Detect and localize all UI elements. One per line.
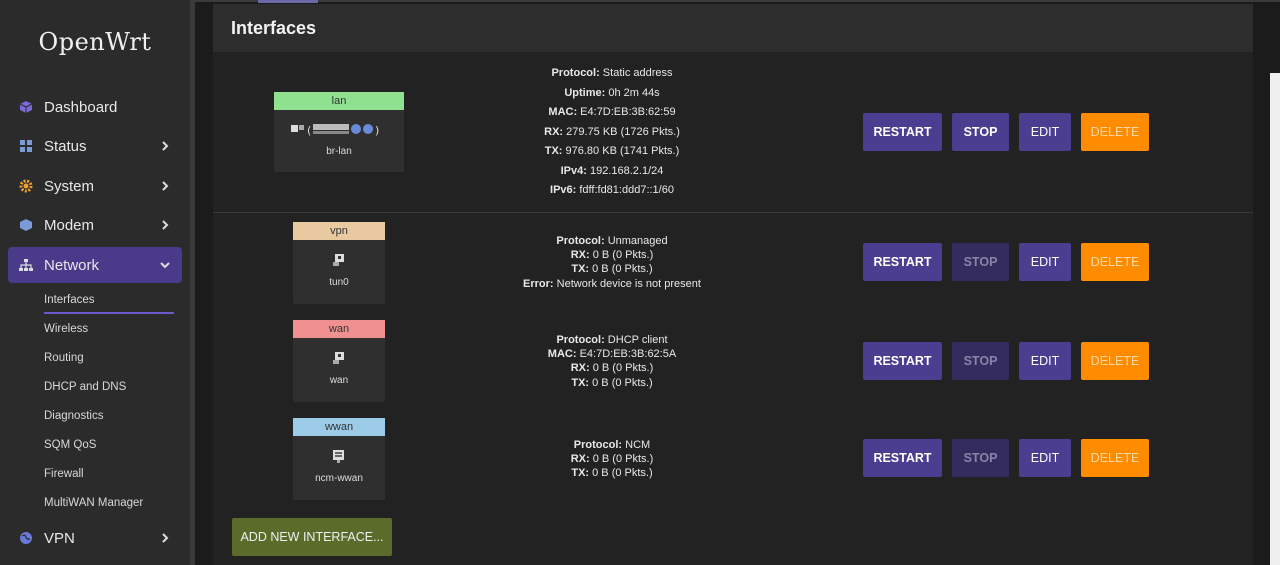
interface-info-lan: Protocol: Static address Uptime: 0h 2m 4… [544, 67, 680, 196]
chevron-right-icon [162, 141, 169, 151]
sub-item-wireless[interactable]: Wireless [44, 323, 88, 335]
sub-item-interfaces[interactable]: Interfaces [44, 294, 95, 306]
device-name: wan [329, 375, 349, 386]
nav-system[interactable]: System [8, 168, 182, 204]
interface-name: wan [293, 320, 385, 338]
top-tab-indicator [258, 0, 318, 3]
interface-name: wwan [293, 418, 385, 436]
cube-icon [18, 99, 34, 115]
gear-icon [18, 178, 34, 194]
panel-title: Interfaces [213, 4, 1253, 52]
interface-info-vpn: Protocol: Unmanaged RX: 0 B (0 Pkts.) TX… [523, 235, 701, 290]
interface-card-lan: lan ( ) br-lan [274, 92, 404, 172]
nav-status[interactable]: Status [8, 128, 182, 164]
chevron-down-icon [160, 262, 170, 269]
active-underline [44, 312, 174, 314]
svg-text:(: ( [307, 124, 311, 137]
interface-card-wwan: wwan ncm-wwan [293, 418, 385, 500]
nav-vpn[interactable]: VPN [8, 520, 182, 556]
brand-logo[interactable]: OpenWrt [0, 28, 190, 56]
sub-item-firewall[interactable]: Firewall [44, 468, 84, 480]
interface-card-wan: wan wan [293, 320, 385, 402]
network-icon [18, 257, 34, 273]
restart-button-wan[interactable]: RESTART [863, 342, 942, 380]
restart-button-lan[interactable]: RESTART [863, 113, 942, 151]
interface-card-vpn: vpn tun0 [293, 222, 385, 304]
delete-button-vpn[interactable]: DELETE [1081, 243, 1149, 281]
network-device-icon [333, 254, 344, 266]
delete-button-wan[interactable]: DELETE [1081, 342, 1149, 380]
row-divider [213, 212, 1253, 213]
sidebar-scroll-track[interactable] [190, 0, 195, 565]
delete-button-lan[interactable]: DELETE [1081, 113, 1149, 151]
sub-item-multiwan[interactable]: MultiWAN Manager [44, 497, 143, 509]
bridge-ports-icon: ( ) [291, 124, 379, 137]
chevron-right-icon [162, 220, 169, 230]
edit-button-vpn[interactable]: EDIT [1019, 243, 1071, 281]
stop-button-wwan[interactable]: STOP [952, 439, 1009, 477]
nav-dashboard[interactable]: Dashboard [8, 89, 182, 125]
network-device-icon [333, 352, 344, 364]
edit-button-lan[interactable]: EDIT [1019, 113, 1071, 151]
delete-button-wwan[interactable]: DELETE [1081, 439, 1149, 477]
stop-button-lan[interactable]: STOP [952, 113, 1009, 151]
sub-item-dhcp-dns[interactable]: DHCP and DNS [44, 381, 126, 393]
chevron-right-icon [162, 533, 169, 543]
interface-name: vpn [293, 222, 385, 240]
sub-item-diagnostics[interactable]: Diagnostics [44, 410, 103, 422]
modem-device-icon [333, 450, 344, 463]
device-name: ncm-wwan [315, 473, 363, 484]
grid-icon [18, 138, 34, 154]
cube-icon [18, 217, 34, 233]
nav-network[interactable]: Network [8, 247, 182, 283]
nav-modem[interactable]: Modem [8, 207, 182, 243]
interface-name: lan [274, 92, 404, 110]
device-name: br-lan [326, 146, 352, 157]
device-name: tun0 [329, 277, 349, 288]
interface-info-wan: Protocol: DHCP client MAC: E4:7D:EB:3B:6… [547, 334, 677, 389]
edit-button-wan[interactable]: EDIT [1019, 342, 1071, 380]
chevron-right-icon [162, 181, 169, 191]
sub-item-routing[interactable]: Routing [44, 352, 84, 364]
sub-item-sqm-qos[interactable]: SQM QoS [44, 439, 96, 451]
stop-button-wan[interactable]: STOP [952, 342, 1009, 380]
globe-icon [18, 530, 34, 546]
add-interface-button[interactable]: ADD NEW INTERFACE... [232, 518, 392, 556]
restart-button-vpn[interactable]: RESTART [863, 243, 942, 281]
svg-text:): ) [375, 124, 379, 137]
restart-button-wwan[interactable]: RESTART [863, 439, 942, 477]
interface-info-wwan: Protocol: NCM RX: 0 B (0 Pkts.) TX: 0 B … [570, 439, 654, 480]
sidebar: OpenWrt Dashboard Status System Modem Ne… [0, 0, 190, 565]
stop-button-vpn[interactable]: STOP [952, 243, 1009, 281]
page-scrollbar[interactable] [1270, 73, 1280, 565]
edit-button-wwan[interactable]: EDIT [1019, 439, 1071, 477]
